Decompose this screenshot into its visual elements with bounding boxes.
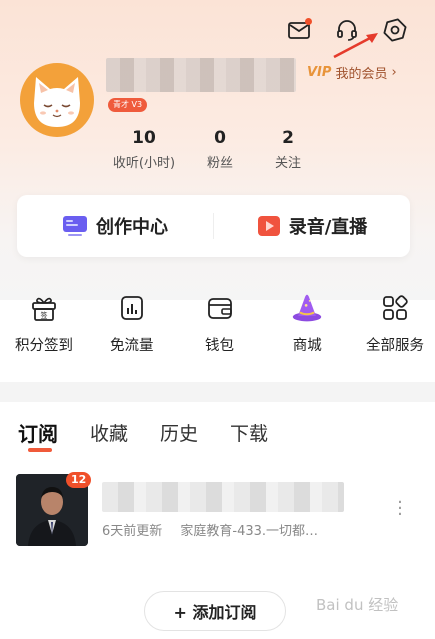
service-free-data[interactable]: 免流量 <box>92 292 172 355</box>
play-record-icon <box>257 216 280 236</box>
stat-value: 10 <box>132 128 156 148</box>
content-tabs: 订阅 收藏 历史 下载 <box>18 421 300 447</box>
creation-center-label: 创作中心 <box>96 217 168 238</box>
service-points-checkin[interactable]: 签 积分签到 <box>4 292 84 355</box>
service-label: 商城 <box>292 338 322 354</box>
avatar[interactable] <box>20 63 94 137</box>
service-label: 全部服务 <box>366 338 424 354</box>
mail-button[interactable] <box>283 14 315 46</box>
data-icon <box>120 296 143 320</box>
stat-label: 粉丝 <box>206 156 233 171</box>
add-subscription-button[interactable]: + 添加订阅 <box>144 591 286 631</box>
member-label: 我的会员 <box>335 67 388 82</box>
stat-label: 收听(小时) <box>112 156 176 171</box>
album-title-redacted <box>102 482 344 512</box>
active-tab-indicator <box>28 448 52 452</box>
subscription-item[interactable]: 12 6天前更新 家庭教育-433.一切都… · · · <box>16 472 416 550</box>
wallet-icon <box>207 298 232 319</box>
services-row: 签 积分签到 免流量 钱包 商城 全部服务 <box>0 292 435 355</box>
tab-downloads[interactable]: 下载 <box>230 421 268 447</box>
creation-center-icon <box>63 216 87 236</box>
tab-history[interactable]: 历史 <box>160 421 198 447</box>
grid-icon <box>383 295 408 320</box>
cat-avatar-icon <box>34 77 80 127</box>
vip-label: VIP <box>307 65 332 80</box>
service-mall[interactable]: 商城 <box>267 292 347 355</box>
stat-following[interactable]: 2 关注 <box>270 128 306 171</box>
service-all-services[interactable]: 全部服务 <box>355 292 435 355</box>
tab-subscriptions[interactable]: 订阅 <box>18 421 58 447</box>
new-episode-count-badge: 12 <box>66 472 92 488</box>
service-label: 积分签到 <box>15 338 73 354</box>
stat-followers[interactable]: 0 粉丝 <box>202 128 238 171</box>
latest-episode: 家庭教育-433.一切都… <box>180 524 319 539</box>
section-separator <box>0 382 435 402</box>
my-membership-link[interactable]: VIP 我的会员 › <box>307 63 397 82</box>
chevron-right-icon: › <box>391 65 397 80</box>
baidu-watermark: Bai du 经验 <box>316 596 399 614</box>
service-label: 钱包 <box>205 338 234 354</box>
update-time: 6天前更新 <box>102 524 163 539</box>
settings-button[interactable] <box>379 14 411 46</box>
svg-text:签: 签 <box>41 311 48 320</box>
profile-stats: 10 收听(小时) 0 粉丝 2 关注 <box>100 128 320 171</box>
record-live-button[interactable]: 录音/直播 <box>214 195 410 257</box>
settings-icon <box>383 18 407 42</box>
username-redacted <box>106 58 296 92</box>
unread-dot <box>305 18 312 25</box>
level-badge: 青才 V3 <box>108 98 148 112</box>
stat-listen-hours[interactable]: 10 收听(小时) <box>100 128 188 171</box>
more-options-icon[interactable]: · · · <box>394 494 406 524</box>
record-live-label: 录音/直播 <box>288 217 368 238</box>
tab-favorites[interactable]: 收藏 <box>90 421 128 447</box>
wizard-hat-icon <box>293 294 322 322</box>
creation-center-button[interactable]: 创作中心 <box>17 195 213 257</box>
stat-label: 关注 <box>274 156 301 171</box>
stat-value: 0 <box>214 128 226 148</box>
gift-icon: 签 <box>32 297 56 321</box>
creator-card: 创作中心 录音/直播 <box>17 195 410 257</box>
stat-value: 2 <box>282 128 294 148</box>
annotation-arrow-icon <box>333 33 378 59</box>
service-label: 免流量 <box>110 338 154 354</box>
service-wallet[interactable]: 钱包 <box>180 292 260 355</box>
subscription-meta: 6天前更新 家庭教育-433.一切都… <box>102 520 318 539</box>
